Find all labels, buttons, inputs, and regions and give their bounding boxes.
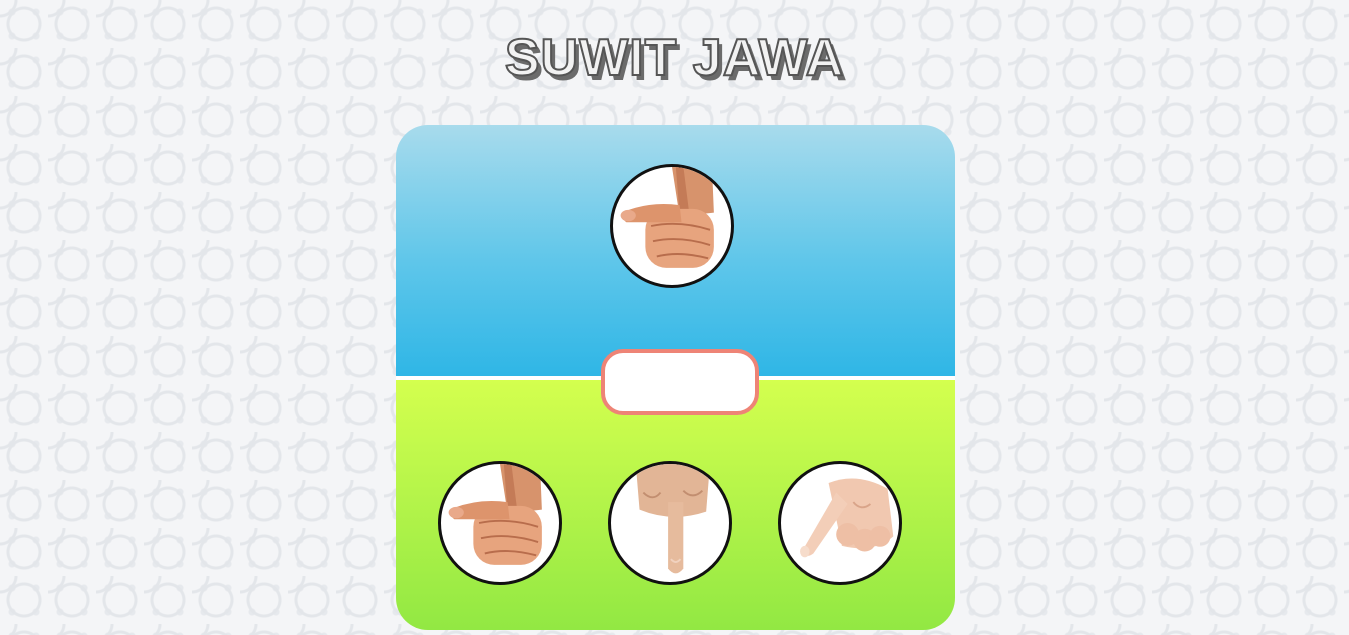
result-display xyxy=(601,349,759,415)
player-area xyxy=(396,380,955,630)
computer-area xyxy=(396,125,955,376)
game-title: SUWIT JAWA xyxy=(504,28,845,88)
player-choice-orang[interactable] xyxy=(608,461,732,585)
gajah-thumb-hand-icon xyxy=(620,167,714,268)
computer-choice xyxy=(610,164,734,288)
gajah-thumb-hand-icon xyxy=(448,464,542,565)
orang-index-finger-hand-icon xyxy=(635,464,710,574)
semut-pinky-finger-hand-icon xyxy=(800,478,894,558)
player-choice-semut[interactable] xyxy=(778,461,902,585)
player-choice-gajah[interactable] xyxy=(438,461,562,585)
